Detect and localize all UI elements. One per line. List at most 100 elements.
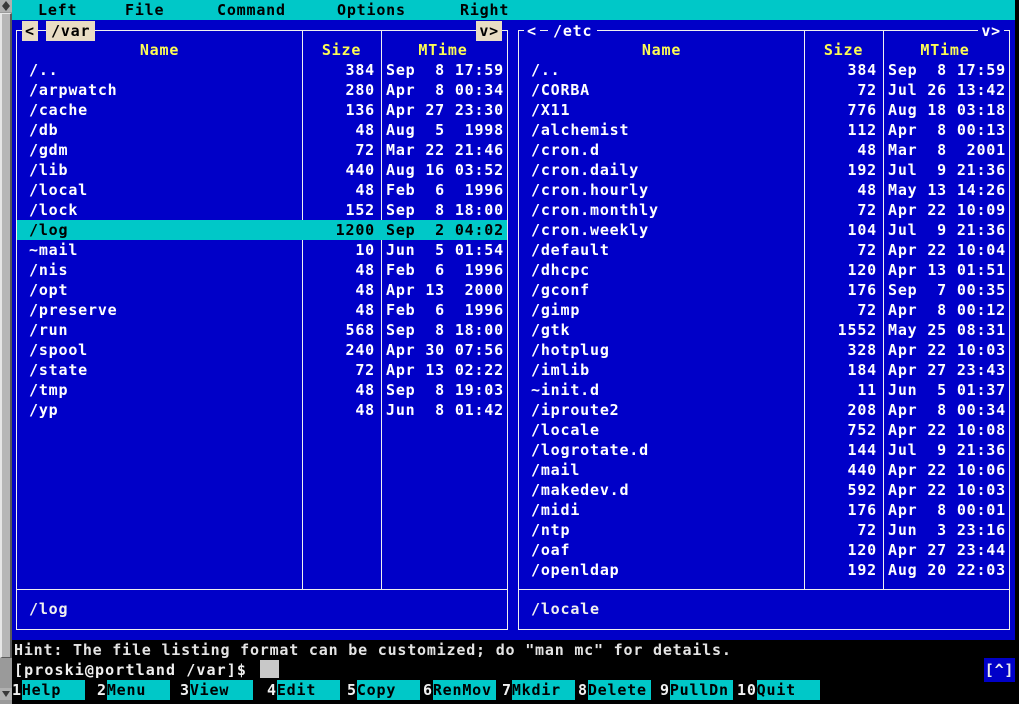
menu-item-options[interactable]: Options <box>337 0 406 20</box>
file-row[interactable]: /hotplug328Apr 22 10:03 <box>519 340 1009 360</box>
file-row[interactable]: /oaf120Apr 27 23:44 <box>519 540 1009 560</box>
file-row[interactable]: ~mail10Jun 5 01:54 <box>17 240 507 260</box>
status-separator <box>17 589 507 590</box>
column-header-name[interactable]: Name <box>519 40 804 60</box>
file-row[interactable]: /openldap192Aug 20 22:03 <box>519 560 1009 580</box>
fkey-button-4[interactable]: 4Edit <box>267 680 340 700</box>
file-row[interactable]: /opt48Apr 13 2000 <box>17 280 507 300</box>
file-row[interactable]: /logrotate.d144Jul 9 21:36 <box>519 440 1009 460</box>
fkey-label: Help <box>22 680 85 700</box>
file-row[interactable]: /yp48Jun 8 01:42 <box>17 400 507 420</box>
file-size: 384 <box>302 60 381 80</box>
scroll-indicator-button[interactable]: [^] <box>984 658 1015 682</box>
file-mtime: Aug 18 03:18 <box>883 100 1009 120</box>
history-back-button[interactable]: < <box>22 21 38 41</box>
file-row[interactable]: /preserve48Feb 6 1996 <box>17 300 507 320</box>
scrollbar-thumb[interactable] <box>0 13 12 658</box>
file-row[interactable]: /arpwatch280Apr 8 00:34 <box>17 80 507 100</box>
file-row[interactable]: /cron.d48Mar 8 2001 <box>519 140 1009 160</box>
file-name: /cron.d <box>519 140 804 160</box>
fkey-button-10[interactable]: 10Quit <box>737 680 820 700</box>
file-row[interactable]: /imlib184Apr 27 23:43 <box>519 360 1009 380</box>
file-row[interactable]: /gdm72Mar 22 21:46 <box>17 140 507 160</box>
menu-item-command[interactable]: Command <box>217 0 286 20</box>
fkey-button-3[interactable]: 3View <box>180 680 253 700</box>
file-row[interactable]: /local48Feb 6 1996 <box>17 180 507 200</box>
column-header-mtime[interactable]: MTime <box>883 40 1007 60</box>
file-row[interactable]: /log1200Sep 2 04:02 <box>17 220 507 240</box>
file-row[interactable]: /gimp72Apr 8 00:12 <box>519 300 1009 320</box>
file-row[interactable]: /cron.hourly48May 13 14:26 <box>519 180 1009 200</box>
terminal-scrollbar[interactable] <box>0 0 12 704</box>
file-mtime: Sep 2 04:02 <box>381 220 507 240</box>
fkey-button-5[interactable]: 5Copy <box>347 680 420 700</box>
file-row[interactable]: /iproute2208Apr 8 00:34 <box>519 400 1009 420</box>
fkey-button-6[interactable]: 6RenMov <box>423 680 496 700</box>
file-size: 72 <box>804 520 883 540</box>
file-mtime: Feb 6 1996 <box>381 260 507 280</box>
history-back-button[interactable]: < <box>524 21 540 41</box>
file-mtime: Apr 22 10:08 <box>883 420 1009 440</box>
file-name: /locale <box>519 420 804 440</box>
file-row[interactable]: /cron.weekly104Jul 9 21:36 <box>519 220 1009 240</box>
file-row[interactable]: /cron.monthly72Apr 22 10:09 <box>519 200 1009 220</box>
file-name: /dhcpc <box>519 260 804 280</box>
file-row[interactable]: /X11776Aug 18 03:18 <box>519 100 1009 120</box>
fkey-label: Mkdir <box>512 680 575 700</box>
fkey-button-1[interactable]: 1Help <box>12 680 85 700</box>
fkey-button-2[interactable]: 2Menu <box>97 680 170 700</box>
file-row[interactable]: /mail440Apr 22 10:06 <box>519 460 1009 480</box>
file-row[interactable]: /gconf176Sep 7 00:35 <box>519 280 1009 300</box>
file-size: 280 <box>302 80 381 100</box>
file-row[interactable]: /db48Aug 5 1998 <box>17 120 507 140</box>
scrollbar-up-arrow-icon[interactable] <box>0 0 12 12</box>
file-row[interactable]: /gtk1552May 25 08:31 <box>519 320 1009 340</box>
fkey-label: Delete <box>588 680 651 700</box>
file-mtime: Apr 30 07:56 <box>381 340 507 360</box>
file-size: 752 <box>804 420 883 440</box>
file-name: /openldap <box>519 560 804 580</box>
fkey-button-7[interactable]: 7Mkdir <box>502 680 575 700</box>
history-dropdown-forward-button[interactable]: v> <box>978 21 1004 41</box>
file-row[interactable]: /lock152Sep 8 18:00 <box>17 200 507 220</box>
file-row[interactable]: /cron.daily192Jul 9 21:36 <box>519 160 1009 180</box>
column-header-size[interactable]: Size <box>804 40 883 60</box>
file-row[interactable]: /dhcpc120Apr 13 01:51 <box>519 260 1009 280</box>
file-name: /preserve <box>17 300 302 320</box>
column-header-size[interactable]: Size <box>302 40 381 60</box>
file-row[interactable]: /tmp48Sep 8 19:03 <box>17 380 507 400</box>
file-row[interactable]: /state72Apr 13 02:22 <box>17 360 507 380</box>
scrollbar-down-arrow-icon[interactable] <box>0 688 12 700</box>
function-key-bar: 1Help 2Menu 3View 4Edit 5Copy6RenMov 7Mkdir8D… <box>12 680 1015 700</box>
file-row[interactable]: /makedev.d592Apr 22 10:03 <box>519 480 1009 500</box>
file-row[interactable]: /nis48Feb 6 1996 <box>17 260 507 280</box>
file-row[interactable]: /default72Apr 22 10:04 <box>519 240 1009 260</box>
panel-path-title[interactable]: /etc <box>548 21 597 41</box>
fkey-button-9[interactable]: 9PullDn <box>660 680 733 700</box>
file-row[interactable]: /midi176Apr 8 00:01 <box>519 500 1009 520</box>
panel-path-title[interactable]: /var <box>46 21 95 41</box>
file-mtime: Feb 6 1996 <box>381 300 507 320</box>
file-row[interactable]: /CORBA72Jul 26 13:42 <box>519 80 1009 100</box>
file-row[interactable]: /alchemist112Apr 8 00:13 <box>519 120 1009 140</box>
file-row[interactable]: ~init.d11Jun 5 01:37 <box>519 380 1009 400</box>
column-header-mtime[interactable]: MTime <box>381 40 505 60</box>
fkey-button-8[interactable]: 8Delete <box>578 680 651 700</box>
file-row[interactable]: /spool240Apr 30 07:56 <box>17 340 507 360</box>
file-row[interactable]: /run568Sep 8 18:00 <box>17 320 507 340</box>
file-row[interactable]: /..384Sep 8 17:59 <box>17 60 507 80</box>
file-name: /mail <box>519 460 804 480</box>
menu-item-file[interactable]: File <box>125 0 164 20</box>
history-dropdown-forward-button[interactable]: v> <box>476 21 502 41</box>
file-row[interactable]: /locale752Apr 22 10:08 <box>519 420 1009 440</box>
command-line[interactable]: [proski@portland /var]$ <box>14 660 279 680</box>
file-row[interactable]: /ntp72Jun 3 23:16 <box>519 520 1009 540</box>
menu-item-left[interactable]: Left <box>38 0 77 20</box>
column-header-name[interactable]: Name <box>17 40 302 60</box>
file-size: 72 <box>302 140 381 160</box>
file-row[interactable]: /lib440Aug 16 03:52 <box>17 160 507 180</box>
file-row[interactable]: /..384Sep 8 17:59 <box>519 60 1009 80</box>
file-mtime: Apr 8 00:34 <box>381 80 507 100</box>
menu-item-right[interactable]: Right <box>460 0 509 20</box>
file-row[interactable]: /cache136Apr 27 23:30 <box>17 100 507 120</box>
